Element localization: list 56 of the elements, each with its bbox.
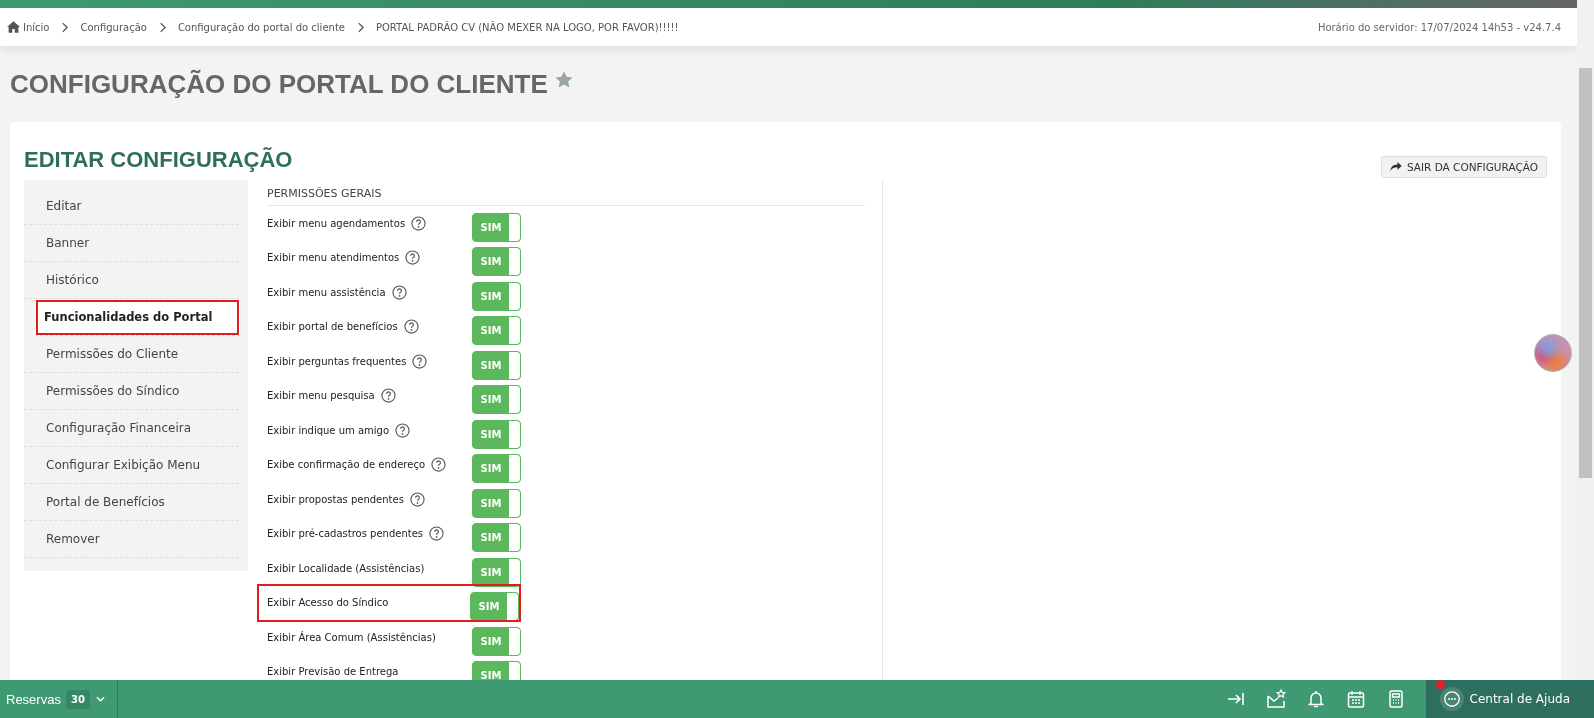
chevron-right-icon [61,21,69,33]
envelope-star-icon[interactable] [1265,689,1286,709]
chevron-right-icon [356,21,364,33]
permission-label: Exibir menu pesquisa [267,390,375,402]
breadcrumb-link[interactable]: Início [7,21,50,33]
section-heading: PERMISSÕES GERAIS [267,180,865,206]
help-icon[interactable] [411,215,427,231]
share-arrow-icon [1389,162,1402,172]
sidebar-item[interactable]: Configuração Financeira [24,410,239,447]
star-icon[interactable] [553,70,574,90]
calendar-icon[interactable] [1345,689,1366,709]
breadcrumb-link[interactable]: PORTAL PADRÃO CV (NÃO MEXER NA LOGO, POR FAVOR)!!!!! [375,21,679,33]
breadcrumb-link[interactable]: Configuração [80,21,147,33]
help-icon[interactable] [403,319,419,335]
help-center-button[interactable]: Central de Ajuda [1425,680,1594,718]
permission-label: Exibir Acesso do Síndico [267,597,389,609]
help-icon[interactable] [405,250,421,266]
permission-label: Exibir pré-cadastros pendentes [267,528,424,540]
page-title: CONFIGURAÇÃO DO PORTAL DO CLIENTE [10,68,548,100]
permission-label: Exibir menu atendimentos [267,252,400,264]
sidebar-item[interactable]: Configurar Exibição Menu [24,447,239,484]
help-icon[interactable] [395,422,411,438]
permission-label: Exibir Localidade (Assistências) [267,562,425,574]
reservations-label[interactable]: Reservas [6,691,61,707]
sidebar-item[interactable]: Funcionalidades do Portal [35,299,240,336]
section-title: EDITAR CONFIGURAÇÃO [24,147,293,173]
sidebar-item[interactable]: Portal de Benefícios [24,484,239,521]
permission-label: Exibir indique um amigo [267,424,390,436]
exit-button[interactable]: SAIR DA CONFIGURAÇÃO [1380,156,1547,178]
permission-label: Exibir propostas pendentes [267,493,404,505]
home-icon [7,21,20,33]
chat-icon [1442,690,1461,708]
sidebar-item[interactable]: Permissões do Cliente [24,336,239,373]
chevron-right-icon [158,21,166,33]
help-icon[interactable] [412,353,428,369]
breadcrumb-link[interactable]: Configuração do portal do cliente [177,21,345,33]
sidebar-item[interactable]: Permissões do Síndico [24,373,239,410]
server-time: Horário do servidor: 17/07/2024 14h53 - v24.7.4 [1317,21,1561,33]
permission-label: Exibir Área Comum (Assistências) [267,631,436,643]
permission-label: Exibir perguntas frequentes [267,355,407,367]
help-icon[interactable] [391,284,407,300]
sidebar-item[interactable]: Editar [24,188,239,225]
help-icon[interactable] [431,457,446,473]
chevron-down-icon[interactable] [95,696,105,702]
count-badge: 30 [65,689,90,709]
permission-label: Exibir Previsão de Entrega [267,666,399,678]
sidebar-item[interactable]: Remover [24,521,239,558]
permission-label: Exibir menu assistência [267,286,386,298]
bell-icon[interactable] [1305,689,1326,709]
help-icon[interactable] [380,388,396,404]
permission-label: Exibir menu agendamentos [267,217,406,229]
help-icon[interactable] [429,526,445,542]
help-icon[interactable] [409,491,425,507]
permission-label: Exibir portal de benefícios [267,321,398,333]
sidebar-item[interactable]: Banner [24,225,239,262]
permission-label: Exibe confirmação de endereço [267,459,425,471]
